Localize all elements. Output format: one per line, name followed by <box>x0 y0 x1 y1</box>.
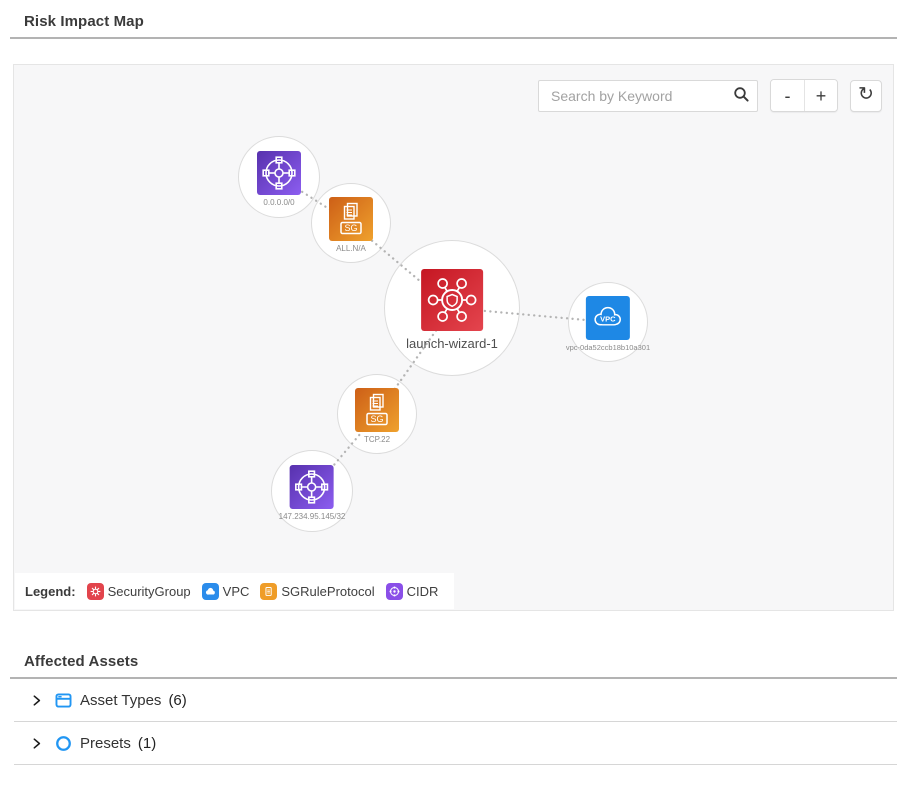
node-sg-launch-wizard-1[interactable]: launch-wizard-1 <box>406 269 498 351</box>
asset-row-label: Asset Types <box>80 692 161 709</box>
chevron-right-icon <box>30 693 44 707</box>
svg-text:SG: SG <box>344 223 357 233</box>
search-button[interactable] <box>725 81 757 111</box>
security-group-icon <box>421 269 483 331</box>
zoom-in-button[interactable]: + <box>804 80 837 111</box>
legend-item-securitygroup: SecurityGroup <box>87 583 191 600</box>
affected-assets-title: Affected Assets <box>24 653 907 670</box>
refresh-button[interactable]: ↻ <box>850 80 882 112</box>
node-cidr-any[interactable]: 0.0.0.0/0 <box>257 151 301 207</box>
legend-label: SecurityGroup <box>108 584 191 599</box>
row-divider <box>14 764 897 765</box>
sg-rule-mini-icon <box>260 583 277 600</box>
legend-label: CIDR <box>407 584 439 599</box>
asset-row-label: Presets <box>80 735 131 752</box>
refresh-icon: ↻ <box>858 83 874 106</box>
chevron-right-icon <box>30 736 44 750</box>
risk-impact-map-canvas[interactable]: - + ↻ <box>13 64 894 611</box>
legend-label: VPC <box>223 584 250 599</box>
node-sgrule-tcp22[interactable]: SG TCP.22 <box>355 388 399 444</box>
asset-row-count: (1) <box>138 735 156 752</box>
node-label: 0.0.0.0/0 <box>263 198 294 207</box>
node-sgrule-all[interactable]: SG ALL.N/A <box>329 197 373 253</box>
search-icon <box>733 86 750 106</box>
page-title: Risk Impact Map <box>24 13 907 30</box>
map-toolbar: - + ↻ <box>538 79 882 112</box>
title-divider <box>10 37 897 39</box>
legend-item-vpc: VPC <box>202 583 250 600</box>
legend-item-sgruleprotocol: SGRuleProtocol <box>260 583 374 600</box>
node-label: TCP.22 <box>364 435 390 444</box>
node-label: 147.234.95.145/32 <box>279 512 346 521</box>
zoom-controls: - + <box>770 79 838 112</box>
node-label: vpc-0da52ccb18b10a301 <box>566 343 650 352</box>
map-legend: Legend: SecurityGroup VPC <box>15 573 454 609</box>
security-group-mini-icon <box>87 583 104 600</box>
legend-title: Legend: <box>25 584 76 599</box>
svg-text:VPC: VPC <box>600 315 616 324</box>
zoom-out-button[interactable]: - <box>771 80 804 111</box>
asset-row-count: (6) <box>168 692 186 709</box>
search-box <box>538 80 758 112</box>
cidr-icon <box>290 465 334 509</box>
sg-rule-icon: SG <box>355 388 399 432</box>
node-label: launch-wizard-1 <box>406 336 498 351</box>
node-cidr-host[interactable]: 147.234.95.145/32 <box>279 465 346 521</box>
svg-text:SG: SG <box>370 414 383 424</box>
asset-row-presets[interactable]: Presets (1) <box>0 722 907 764</box>
legend-label: SGRuleProtocol <box>281 584 374 599</box>
vpc-mini-icon <box>202 583 219 600</box>
sg-rule-icon: SG <box>329 197 373 241</box>
asset-row-asset-types[interactable]: Asset Types (6) <box>0 679 907 721</box>
cidr-mini-icon <box>386 583 403 600</box>
cidr-icon <box>257 151 301 195</box>
presets-icon <box>53 733 73 753</box>
legend-item-cidr: CIDR <box>386 583 439 600</box>
node-label: ALL.N/A <box>336 244 366 253</box>
asset-types-icon <box>53 690 73 710</box>
vpc-icon: VPC <box>586 296 630 340</box>
search-input[interactable] <box>539 88 725 104</box>
node-vpc[interactable]: VPC vpc-0da52ccb18b10a301 <box>566 296 650 352</box>
